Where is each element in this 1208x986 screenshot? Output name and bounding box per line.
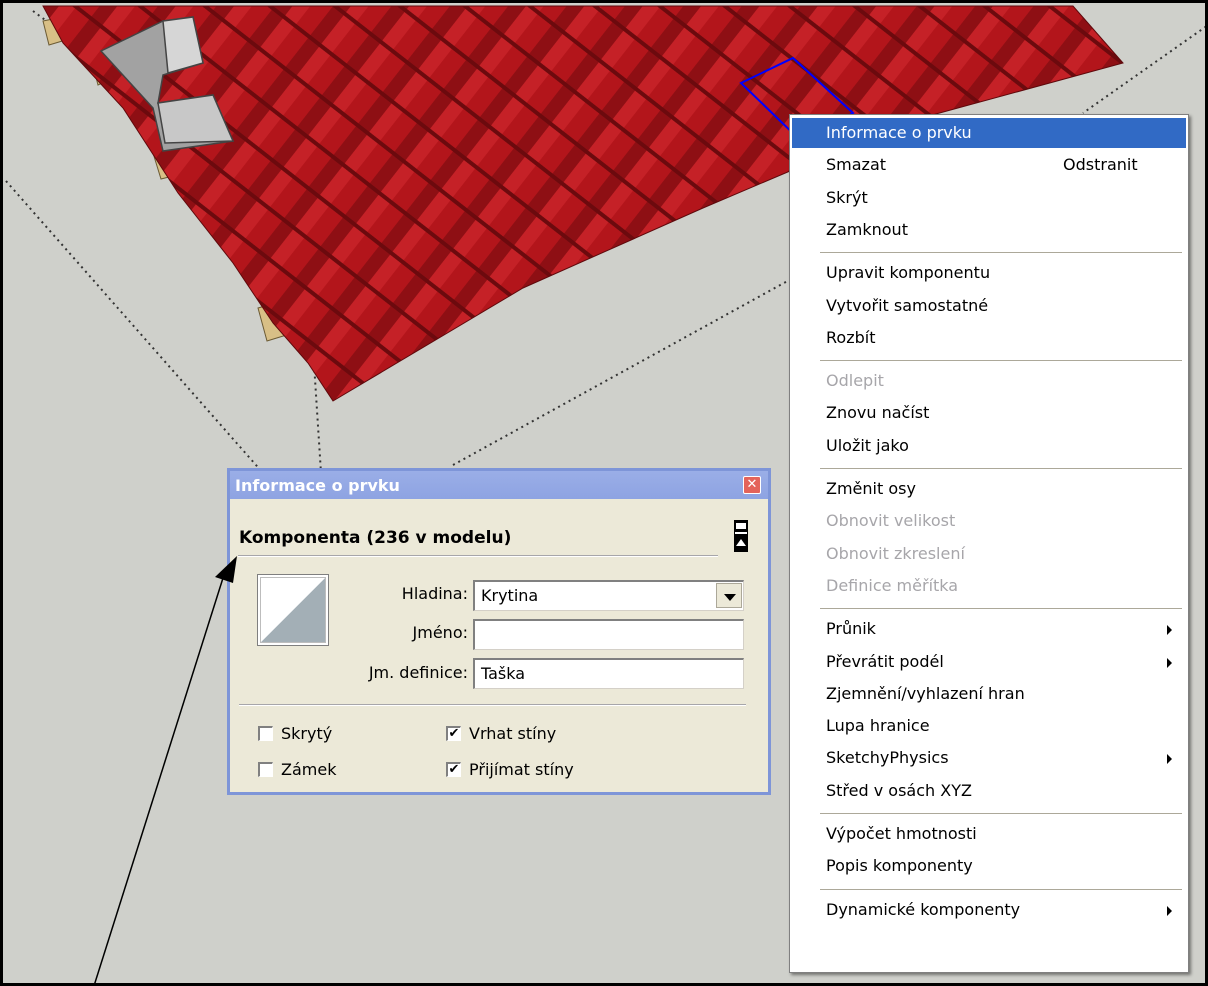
menu-item-vytvorit-samostatne[interactable]: Vytvořit samostatné <box>792 291 1186 321</box>
menu-item-label: Odlepit <box>826 371 884 391</box>
menu-item-ulozit-jako[interactable]: Uložit jako <box>792 431 1186 461</box>
menu-item-shortcut: Odstranit <box>1063 155 1138 175</box>
heading-divider <box>238 555 718 557</box>
dialog-title: Informace o prvku <box>235 476 400 495</box>
context-menu[interactable]: Informace o prvku Smazat Odstranit Skrýt Zam… <box>789 114 1189 973</box>
menu-item-znovu-nacist[interactable]: Znovu načíst <box>792 398 1186 428</box>
menu-item-informace-o-prvku[interactable]: Informace o prvku <box>792 118 1186 148</box>
hidden-checkbox[interactable] <box>258 726 273 741</box>
menu-item-label: Obnovit velikost <box>826 511 956 531</box>
menu-item-label: Vytvořit samostatné <box>826 295 989 315</box>
menu-item-label: Definice měřítka <box>826 575 959 595</box>
menu-item-label: Obnovit zkreslení <box>826 543 965 563</box>
submenu-arrow-icon <box>1167 754 1172 765</box>
menu-item-label: Skrýt <box>826 187 868 207</box>
menu-separator <box>820 888 1182 890</box>
menu-item-definice-meritka: Definice měřítka <box>792 571 1186 601</box>
chevron-down-icon[interactable] <box>716 583 742 608</box>
menu-item-zmenit-osy[interactable]: Změnit osy <box>792 474 1186 504</box>
receive-shadows-label: Přijímat stíny <box>469 760 574 779</box>
menu-item-label: Změnit osy <box>826 479 916 498</box>
menu-item-upravit-komponentu[interactable]: Upravit komponentu <box>792 258 1186 288</box>
menu-separator <box>820 360 1182 362</box>
menu-item-zjemneni-vyhlazeni-hran[interactable]: Zjemnění/vyhlazení hran <box>792 679 1186 709</box>
menu-item-label: Uložit jako <box>826 435 909 455</box>
close-icon[interactable]: ✕ <box>743 476 761 494</box>
menu-separator <box>820 813 1182 814</box>
receive-shadows-checkbox[interactable]: ✔ <box>446 762 461 777</box>
collapse-toggle-icon[interactable] <box>733 519 749 553</box>
menu-item-obnovit-zkresleni: Obnovit zkreslení <box>792 539 1186 569</box>
menu-item-label: Lupa hranice <box>826 716 930 736</box>
menu-item-label: Střed v osách XYZ <box>826 780 972 800</box>
submenu-arrow-icon <box>1167 625 1172 636</box>
layer-label: Hladina: <box>401 584 468 603</box>
hidden-label: Skrytý <box>281 724 333 743</box>
menu-item-popis-komponenty[interactable]: Popis komponenty <box>792 851 1186 881</box>
component-preview-icon <box>257 574 329 646</box>
locked-label: Zámek <box>281 760 337 779</box>
menu-item-label: Smazat <box>826 155 887 175</box>
submenu-arrow-icon <box>1167 905 1172 916</box>
layer-dropdown[interactable]: Krytina <box>473 580 744 611</box>
menu-item-vypocet-hmotnosti[interactable]: Výpočet hmotnosti <box>792 819 1186 849</box>
menu-item-label: Průnik <box>826 619 876 639</box>
menu-item-label: Popis komponenty <box>826 856 973 876</box>
menu-item-smazat[interactable]: Smazat Odstranit <box>792 150 1186 180</box>
cast-shadows-checkbox[interactable]: ✔ <box>446 726 461 741</box>
menu-item-label: Výpočet hmotnosti <box>826 824 977 843</box>
menu-separator <box>820 252 1182 254</box>
dialog-divider <box>239 704 746 706</box>
menu-item-label: Zamknout <box>826 219 908 239</box>
component-heading: Komponenta (236 v modelu) <box>239 528 512 548</box>
menu-item-obnovit-velikost: Obnovit velikost <box>792 506 1186 536</box>
annotation-arrow <box>94 556 237 983</box>
menu-item-label: Převrátit podél <box>826 651 944 671</box>
menu-item-dynamicke-komponenty[interactable]: Dynamické komponenty <box>792 895 1186 925</box>
layer-value: Krytina <box>481 586 539 605</box>
entity-info-dialog[interactable]: Informace o prvku ✕ Komponenta (236 v mo… <box>227 468 771 795</box>
menu-item-label: Informace o prvku <box>826 123 972 142</box>
menu-item-skryt[interactable]: Skrýt <box>792 183 1186 213</box>
menu-item-zamknout[interactable]: Zamknout <box>792 215 1186 245</box>
submenu-arrow-icon <box>1167 657 1172 668</box>
cast-shadows-label: Vrhat stíny <box>469 724 557 743</box>
dialog-titlebar[interactable]: Informace o prvku ✕ <box>230 471 768 499</box>
menu-item-label: Dynamické komponenty <box>826 899 1021 919</box>
menu-item-label: SketchyPhysics <box>826 748 949 768</box>
menu-item-label: Znovu načíst <box>826 403 930 423</box>
name-input[interactable] <box>473 619 744 650</box>
menu-separator <box>820 468 1182 469</box>
menu-item-sketchyphysics[interactable]: SketchyPhysics <box>792 743 1186 773</box>
menu-item-label: Zjemnění/vyhlazení hran <box>826 683 1025 703</box>
menu-item-odlepit: Odlepit <box>792 366 1186 396</box>
name-label: Jméno: <box>412 623 468 642</box>
menu-item-stred-v-osach-xyz[interactable]: Střed v osách XYZ <box>792 776 1186 806</box>
menu-item-prunik[interactable]: Průnik <box>792 614 1186 644</box>
menu-item-lupa-hranice[interactable]: Lupa hranice <box>792 711 1186 741</box>
locked-checkbox[interactable] <box>258 762 273 777</box>
menu-item-label: Rozbít <box>826 327 876 347</box>
definition-name-label: Jm. definice: <box>368 663 468 682</box>
menu-item-prevratit-podel[interactable]: Převrátit podél <box>792 647 1186 677</box>
definition-name-input[interactable]: Taška <box>473 658 744 689</box>
menu-item-label: Upravit komponentu <box>826 263 991 283</box>
sketchup-viewport[interactable]: Informace o prvku ✕ Komponenta (236 v mo… <box>0 0 1208 986</box>
menu-item-rozbit[interactable]: Rozbít <box>792 323 1186 353</box>
menu-separator <box>820 608 1182 610</box>
